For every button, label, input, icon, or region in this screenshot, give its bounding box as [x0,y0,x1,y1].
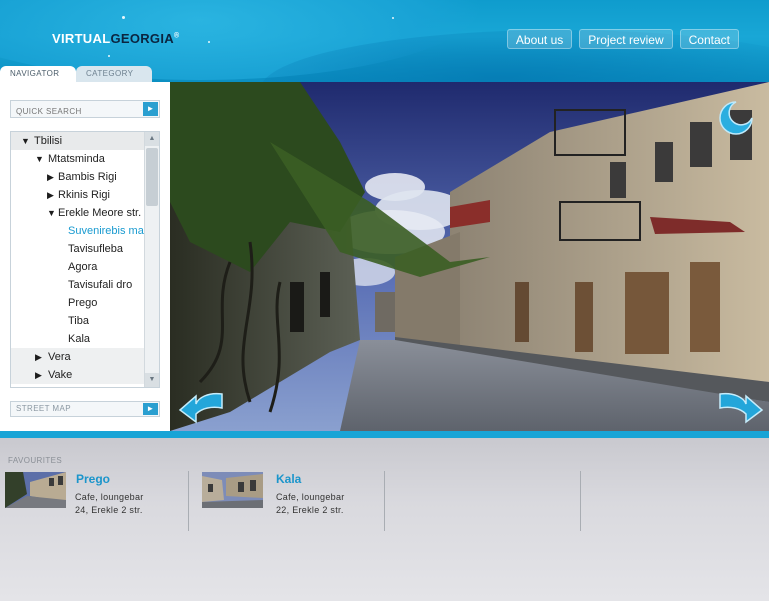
tree-item-label: Rkinis Rigi [58,189,110,201]
tree-item-label: Mtatsminda [48,153,105,165]
arrow-right-icon[interactable] [718,388,764,424]
tree-item[interactable]: ▼ Mtatsminda [11,150,144,168]
star-decoration [208,41,210,43]
tree-item[interactable]: ▶ Rkinis Rigi [11,186,144,204]
logo[interactable]: VIRTUALGEORGIA® [52,31,179,46]
tree-item[interactable]: ▶ Vake [11,366,144,384]
tree-item[interactable]: ▼ Erekle Meore str. [11,204,144,222]
favourite-desc: Cafe, loungebar [276,492,345,502]
scroll-up-icon[interactable]: ▲ [145,132,159,146]
triangle-right-icon[interactable]: ▶ [35,366,42,384]
triangle-down-icon[interactable]: ▼ [47,204,56,222]
tree-item-label: Vera [48,351,71,363]
tree-item[interactable]: Tavisufleba [11,240,144,258]
tree-item[interactable]: Tavisufali dro [11,276,144,294]
spinner-icon [719,101,753,135]
favourite-name[interactable]: Kala [276,472,301,486]
quick-search: ► [10,100,160,120]
favourites-divider [580,471,581,531]
favourites-title: FAVOURITES [8,456,63,465]
tree-item-label: Tavisufali dro [68,279,133,291]
tree-item[interactable]: Tiba [11,312,144,330]
logo-part2: GEORGIA [110,31,174,46]
tree-item[interactable]: ▶ Vera [11,348,144,366]
triangle-right-icon[interactable]: ▶ [47,168,54,186]
contact-button[interactable]: Contact [679,29,739,49]
quick-search-input[interactable] [11,103,143,120]
favourite-item-kala[interactable]: Kala Cafe, loungebar 22, Erekle 2 str. [202,472,377,530]
logo-registered-mark: ® [173,32,180,40]
tree-item-label: Tiba [68,315,89,327]
tree-item-label: Erekle Meore str. [58,207,142,219]
top-nav: About us Project review Contact [506,29,739,49]
tree-item-label: Kala [68,333,91,345]
favourites-divider [188,471,189,531]
tab-category[interactable]: CATEGORY [76,66,152,82]
tree-item-label: Agora [68,261,98,273]
tree-item[interactable]: Prego [11,294,144,312]
logo-part1: VIRTUAL [52,31,111,46]
tree-item[interactable]: ▶ Bambis Rigi [11,168,144,186]
tree-item-label: Tavisufleba [68,243,124,255]
favourite-desc: Cafe, loungebar [75,492,144,502]
tree-item[interactable]: ▼ Tbilisi [11,132,144,150]
tree-item-label: Vake [48,369,73,381]
scroll-down-icon[interactable]: ▼ [145,373,159,387]
street-map-go-button[interactable]: ► [143,403,158,415]
tree-item[interactable]: Suvenirebis mag [11,222,144,240]
street-panorama-image [170,82,769,431]
triangle-down-icon[interactable]: ▼ [35,150,44,168]
quick-search-go-button[interactable]: ► [143,102,158,116]
navigator-panel: ► ▼ Tbilisi ▼ Mtatsminda ▶ Bambis Rigi ▶ Rkinis… [0,82,170,431]
star-decoration [392,17,394,19]
star-decoration [122,16,125,19]
arrow-left-icon[interactable] [178,388,224,424]
favourite-item-prego[interactable]: Prego Cafe, loungebar 24, Erekle 2 str. [5,472,180,530]
triangle-down-icon[interactable]: ▼ [21,132,30,150]
tab-navigator[interactable]: NAVIGATOR [0,66,76,82]
tree-item-label: Tbilisi [34,135,63,147]
location-tree: ▼ Tbilisi ▼ Mtatsminda ▶ Bambis Rigi ▶ Rkinis R… [10,131,160,388]
favourite-address: 22, Erekle 2 str. [276,505,344,515]
favourite-name[interactable]: Prego [76,472,110,486]
favourite-thumbnail-prego [5,472,66,508]
about-us-button[interactable]: About us [506,29,573,49]
project-review-button[interactable]: Project review [579,29,673,49]
tree-scrollbar[interactable]: ▲ ▼ [144,132,159,387]
tree-item[interactable]: Agora [11,258,144,276]
triangle-right-icon[interactable]: ▶ [47,186,54,204]
tree-item-label: Bambis Rigi [58,171,117,183]
street-map-label: STREET MAP [16,404,71,413]
tree-list: ▼ Tbilisi ▼ Mtatsminda ▶ Bambis Rigi ▶ Rkinis R… [11,132,144,384]
tree-item-label: Prego [68,297,98,309]
tree-item[interactable]: Kala [11,330,144,348]
scroll-thumb[interactable] [146,148,158,206]
triangle-right-icon[interactable]: ▶ [35,348,42,366]
favourite-thumbnail-kala [202,472,263,508]
star-decoration [108,55,110,57]
favourites-bar: FAVOURITES Prego Cafe, loungebar 24, Ere… [0,438,769,601]
favourite-address: 24, Erekle 2 str. [75,505,143,515]
street-map-select[interactable]: STREET MAP ► [10,401,160,417]
tree-item-label: Suvenirebis mag [68,225,144,237]
favourites-divider [384,471,385,531]
panorama-viewer[interactable] [170,82,769,431]
